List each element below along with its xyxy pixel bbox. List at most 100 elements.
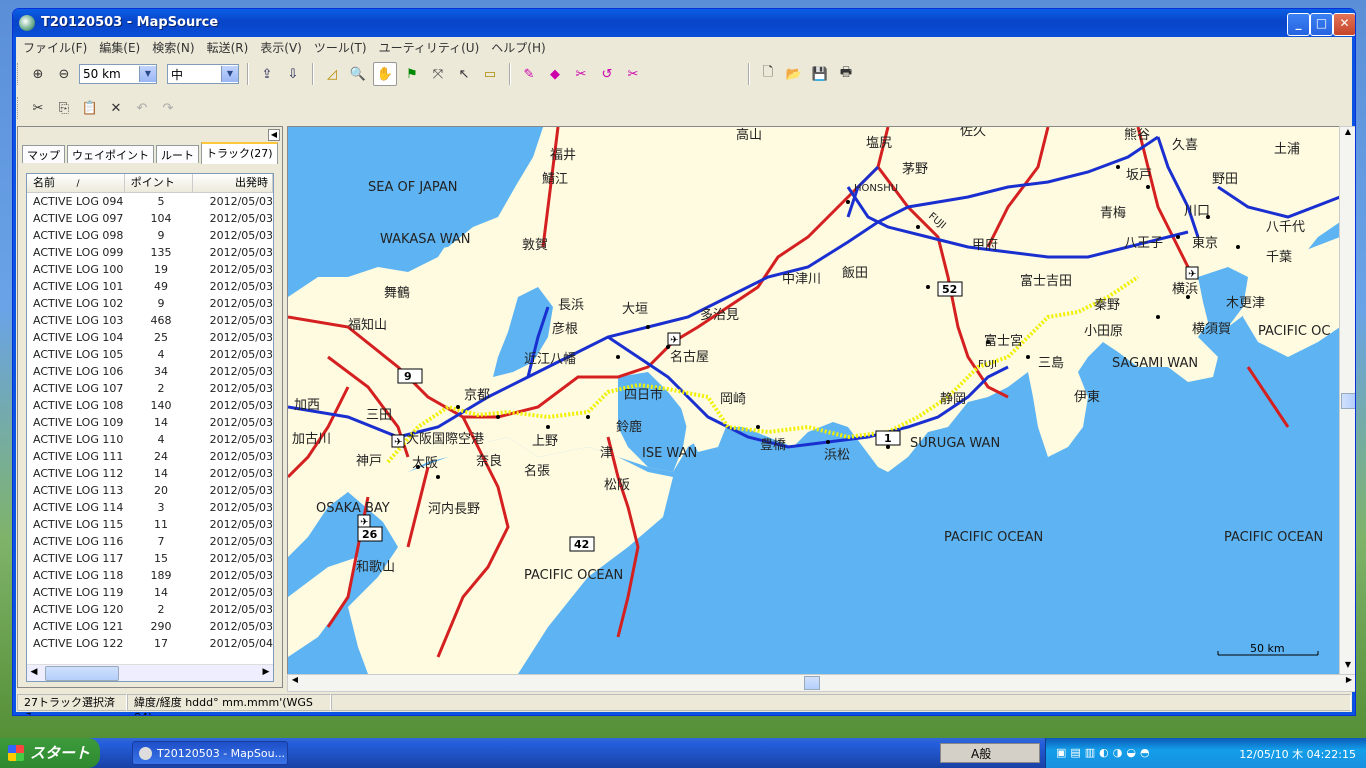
scroll-down-icon[interactable]: ▼: [1340, 660, 1355, 674]
header-name[interactable]: 名前 ∕: [27, 174, 125, 192]
track-row[interactable]: ACTIVE LOG 101 49 2012/05/03: [27, 278, 273, 295]
selection-tool-icon[interactable]: ↖: [453, 63, 475, 85]
track-row[interactable]: ACTIVE LOG 109 14 2012/05/03: [27, 414, 273, 431]
track-row[interactable]: ACTIVE LOG 118 189 2012/05/03: [27, 567, 273, 584]
delete-icon[interactable]: ✕: [105, 97, 127, 119]
track-row[interactable]: ACTIVE LOG 104 25 2012/05/03: [27, 329, 273, 346]
track-row[interactable]: ACTIVE LOG 112 14 2012/05/03: [27, 465, 273, 482]
map-horizontal-scrollbar[interactable]: ◀ ▶: [287, 674, 1355, 692]
map-scroll-right-icon[interactable]: ▶: [1342, 675, 1355, 689]
map-scroll-left-icon[interactable]: ◀: [288, 675, 302, 689]
zoom-out-icon[interactable]: ⊖: [53, 63, 75, 85]
header-departure[interactable]: 出発時: [193, 174, 273, 192]
waypoint-tool-icon[interactable]: ⚑: [401, 63, 423, 85]
map-vertical-scrollbar[interactable]: ▲ ▼: [1339, 126, 1355, 675]
zoom-scale-select[interactable]: 50 km ▼: [79, 64, 157, 84]
track-row[interactable]: ACTIVE LOG 100 19 2012/05/03: [27, 261, 273, 278]
list-scroll-thumb[interactable]: [45, 666, 119, 681]
track-row[interactable]: ACTIVE LOG 119 14 2012/05/03: [27, 584, 273, 601]
track-row[interactable]: ACTIVE LOG 108 140 2012/05/03: [27, 397, 273, 414]
system-tray: ▣▤▥◐◑◒◓ 12/05/10 木 04:22:15: [1045, 738, 1366, 768]
track-row[interactable]: ACTIVE LOG 114 3 2012/05/03: [27, 499, 273, 516]
erase-track-icon[interactable]: ◆: [544, 63, 566, 85]
ime-bar[interactable]: A般: [940, 743, 1040, 763]
divide-track-icon[interactable]: ✂: [570, 63, 592, 85]
track-row[interactable]: ACTIVE LOG 102 9 2012/05/03: [27, 295, 273, 312]
copy-icon[interactable]: ⎘: [53, 97, 75, 119]
save-file-icon[interactable]: 💾: [809, 63, 831, 85]
track-row[interactable]: ACTIVE LOG 105 4 2012/05/03: [27, 346, 273, 363]
menu-utility[interactable]: ユーティリティ(U): [373, 39, 486, 56]
collapse-panel-icon[interactable]: ◀: [268, 129, 280, 141]
panel-tabs: マップ ウェイポイント ルート トラック(27): [22, 142, 280, 164]
scroll-right-icon[interactable]: ▶: [259, 665, 273, 680]
map-hscroll-thumb[interactable]: [804, 676, 820, 690]
route-tool-icon[interactable]: ⤧: [427, 63, 449, 85]
print-icon[interactable]: 🖶: [835, 63, 857, 85]
menu-view[interactable]: 表示(V): [254, 39, 308, 56]
map-view[interactable]: SEA OF JAPAN WAKASA WAN HONSHU ISE WAN O…: [287, 126, 1341, 675]
menu-edit[interactable]: 編集(E): [93, 39, 146, 56]
menu-transfer[interactable]: 転送(R): [201, 39, 255, 56]
track-row[interactable]: ACTIVE LOG 111 24 2012/05/03: [27, 448, 273, 465]
menu-help[interactable]: ヘルプ(H): [485, 39, 551, 56]
list-horizontal-scrollbar[interactable]: ◀ ▶: [27, 664, 273, 681]
join-track-icon[interactable]: ↺: [596, 63, 618, 85]
track-row[interactable]: ACTIVE LOG 121 290 2012/05/03: [27, 618, 273, 635]
track-row[interactable]: ACTIVE LOG 113 20 2012/05/03: [27, 482, 273, 499]
track-row[interactable]: ACTIVE LOG 107 2 2012/05/03: [27, 380, 273, 397]
track-row[interactable]: ACTIVE LOG 099 135 2012/05/03: [27, 244, 273, 261]
track-row[interactable]: ACTIVE LOG 117 15 2012/05/03: [27, 550, 273, 567]
menu-search[interactable]: 検索(N): [146, 39, 200, 56]
tab-waypoints[interactable]: ウェイポイント: [67, 145, 154, 163]
cut-icon[interactable]: ✂: [27, 97, 49, 119]
maximize-button[interactable]: □: [1310, 13, 1333, 36]
track-row[interactable]: ACTIVE LOG 115 11 2012/05/03: [27, 516, 273, 533]
map-tool-icon[interactable]: ◿: [321, 63, 343, 85]
detail-select[interactable]: 中 ▼: [167, 64, 239, 84]
open-file-icon[interactable]: 📂: [783, 63, 805, 85]
paste-icon[interactable]: 📋: [79, 97, 101, 119]
track-row[interactable]: ACTIVE LOG 094 5 2012/05/03: [27, 193, 273, 210]
new-file-icon[interactable]: 🗋: [757, 63, 779, 85]
minimize-button[interactable]: _: [1287, 13, 1310, 36]
tab-map[interactable]: マップ: [22, 145, 65, 163]
distance-tool-icon[interactable]: ▭: [479, 63, 501, 85]
track-row[interactable]: ACTIVE LOG 122 17 2012/05/04: [27, 635, 273, 652]
undo-icon[interactable]: ↶: [131, 97, 153, 119]
scroll-up-icon[interactable]: ▲: [1340, 127, 1355, 141]
track-row[interactable]: ACTIVE LOG 116 7 2012/05/03: [27, 533, 273, 550]
clock[interactable]: 12/05/10 木 04:22:15: [1239, 746, 1356, 762]
draw-track-icon[interactable]: ✎: [518, 63, 540, 85]
track-row[interactable]: ACTIVE LOG 098 9 2012/05/03: [27, 227, 273, 244]
start-button[interactable]: スタート: [0, 738, 100, 768]
track-row[interactable]: ACTIVE LOG 110 4 2012/05/03: [27, 431, 273, 448]
tab-routes[interactable]: ルート: [156, 145, 199, 163]
zoom-tool-icon[interactable]: 🔍: [347, 63, 369, 85]
map-vscroll-thumb[interactable]: [1341, 393, 1355, 409]
header-points[interactable]: ポイント: [125, 174, 193, 192]
hand-tool-icon[interactable]: ✋: [373, 62, 397, 86]
menu-file[interactable]: ファイル(F): [17, 39, 93, 56]
track-row[interactable]: ACTIVE LOG 106 34 2012/05/03: [27, 363, 273, 380]
label-ome: 青梅: [1100, 206, 1126, 221]
track-row[interactable]: ACTIVE LOG 097 104 2012/05/03: [27, 210, 273, 227]
split-track-icon[interactable]: ✂: [622, 63, 644, 85]
title-bar[interactable]: T20120503 - MapSource _ □ ✕: [13, 9, 1355, 37]
map-canvas[interactable]: SEA OF JAPAN WAKASA WAN HONSHU ISE WAN O…: [288, 127, 1340, 674]
track-row[interactable]: ACTIVE LOG 120 2 2012/05/03: [27, 601, 273, 618]
track-date: 2012/05/03: [209, 433, 273, 446]
label-nagahama: 長浜: [558, 298, 584, 313]
tab-tracks[interactable]: トラック(27): [201, 142, 278, 164]
taskbar-mapsource[interactable]: T20120503 - MapSou...: [132, 741, 288, 765]
track-date: 2012/05/03: [209, 467, 273, 480]
zoom-in-icon[interactable]: ⊕: [27, 63, 49, 85]
redo-icon[interactable]: ↷: [157, 97, 179, 119]
send-to-device-icon[interactable]: ⇩: [282, 63, 304, 85]
track-row[interactable]: ACTIVE LOG 103 468 2012/05/03: [27, 312, 273, 329]
menu-tools[interactable]: ツール(T): [308, 39, 373, 56]
close-button[interactable]: ✕: [1333, 13, 1355, 36]
scroll-left-icon[interactable]: ◀: [27, 665, 41, 680]
tray-icons[interactable]: ▣▤▥◐◑◒◓: [1056, 746, 1154, 759]
receive-from-device-icon[interactable]: ⇪: [256, 63, 278, 85]
